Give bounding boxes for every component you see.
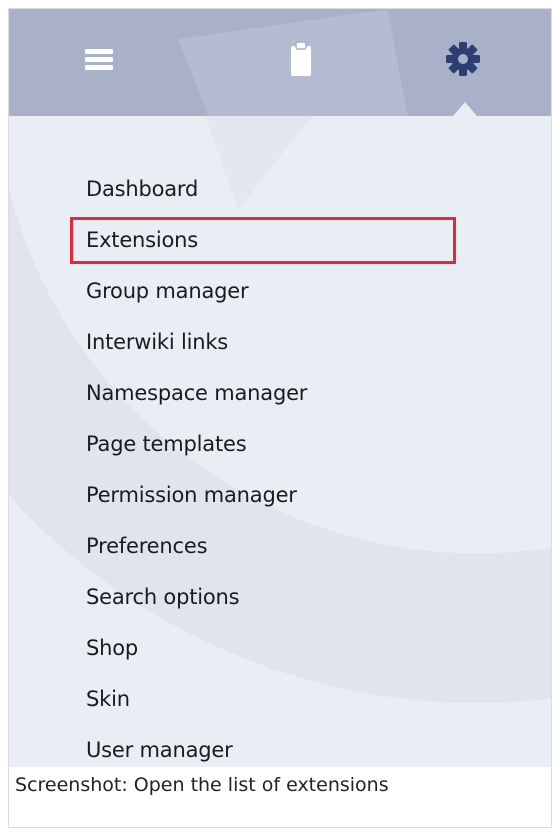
screenshot-frame: Dashboard Extensions Group manager Inter… (8, 8, 552, 828)
clipboard-icon[interactable] (281, 39, 321, 79)
menu-item-group-manager[interactable]: Group manager (9, 266, 551, 317)
panel-tab-bar (9, 9, 551, 116)
menu-item-dashboard[interactable]: Dashboard (9, 164, 551, 215)
menu-item-interwiki-links[interactable]: Interwiki links (9, 317, 551, 368)
menu-item-shop[interactable]: Shop (9, 623, 551, 674)
gear-icon[interactable] (443, 39, 483, 79)
menu-item-user-manager[interactable]: User manager (9, 725, 551, 767)
menu-item-namespace-manager[interactable]: Namespace manager (9, 368, 551, 419)
active-tab-pointer (453, 102, 477, 116)
menu-item-search-options[interactable]: Search options (9, 572, 551, 623)
admin-flyout-panel: Dashboard Extensions Group manager Inter… (9, 9, 551, 767)
menu-icon[interactable] (79, 39, 119, 79)
menu-item-skin[interactable]: Skin (9, 674, 551, 725)
admin-menu-list: Dashboard Extensions Group manager Inter… (9, 164, 551, 767)
menu-item-preferences[interactable]: Preferences (9, 521, 551, 572)
menu-item-extensions[interactable]: Extensions (9, 215, 551, 266)
screenshot-caption: Screenshot: Open the list of extensions (15, 774, 389, 796)
menu-item-page-templates[interactable]: Page templates (9, 419, 551, 470)
menu-item-permission-manager[interactable]: Permission manager (9, 470, 551, 521)
